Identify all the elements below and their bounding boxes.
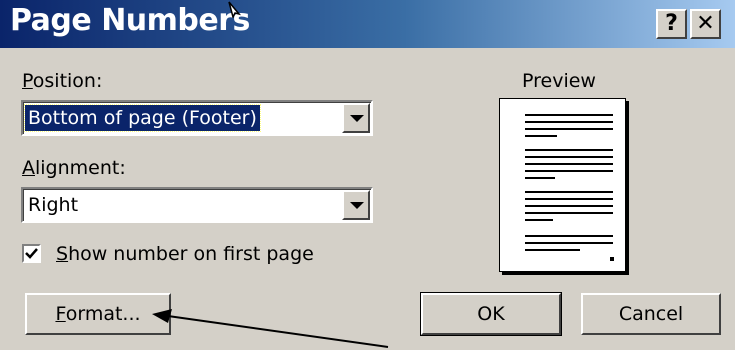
annotation-arrow-icon [152,309,389,348]
